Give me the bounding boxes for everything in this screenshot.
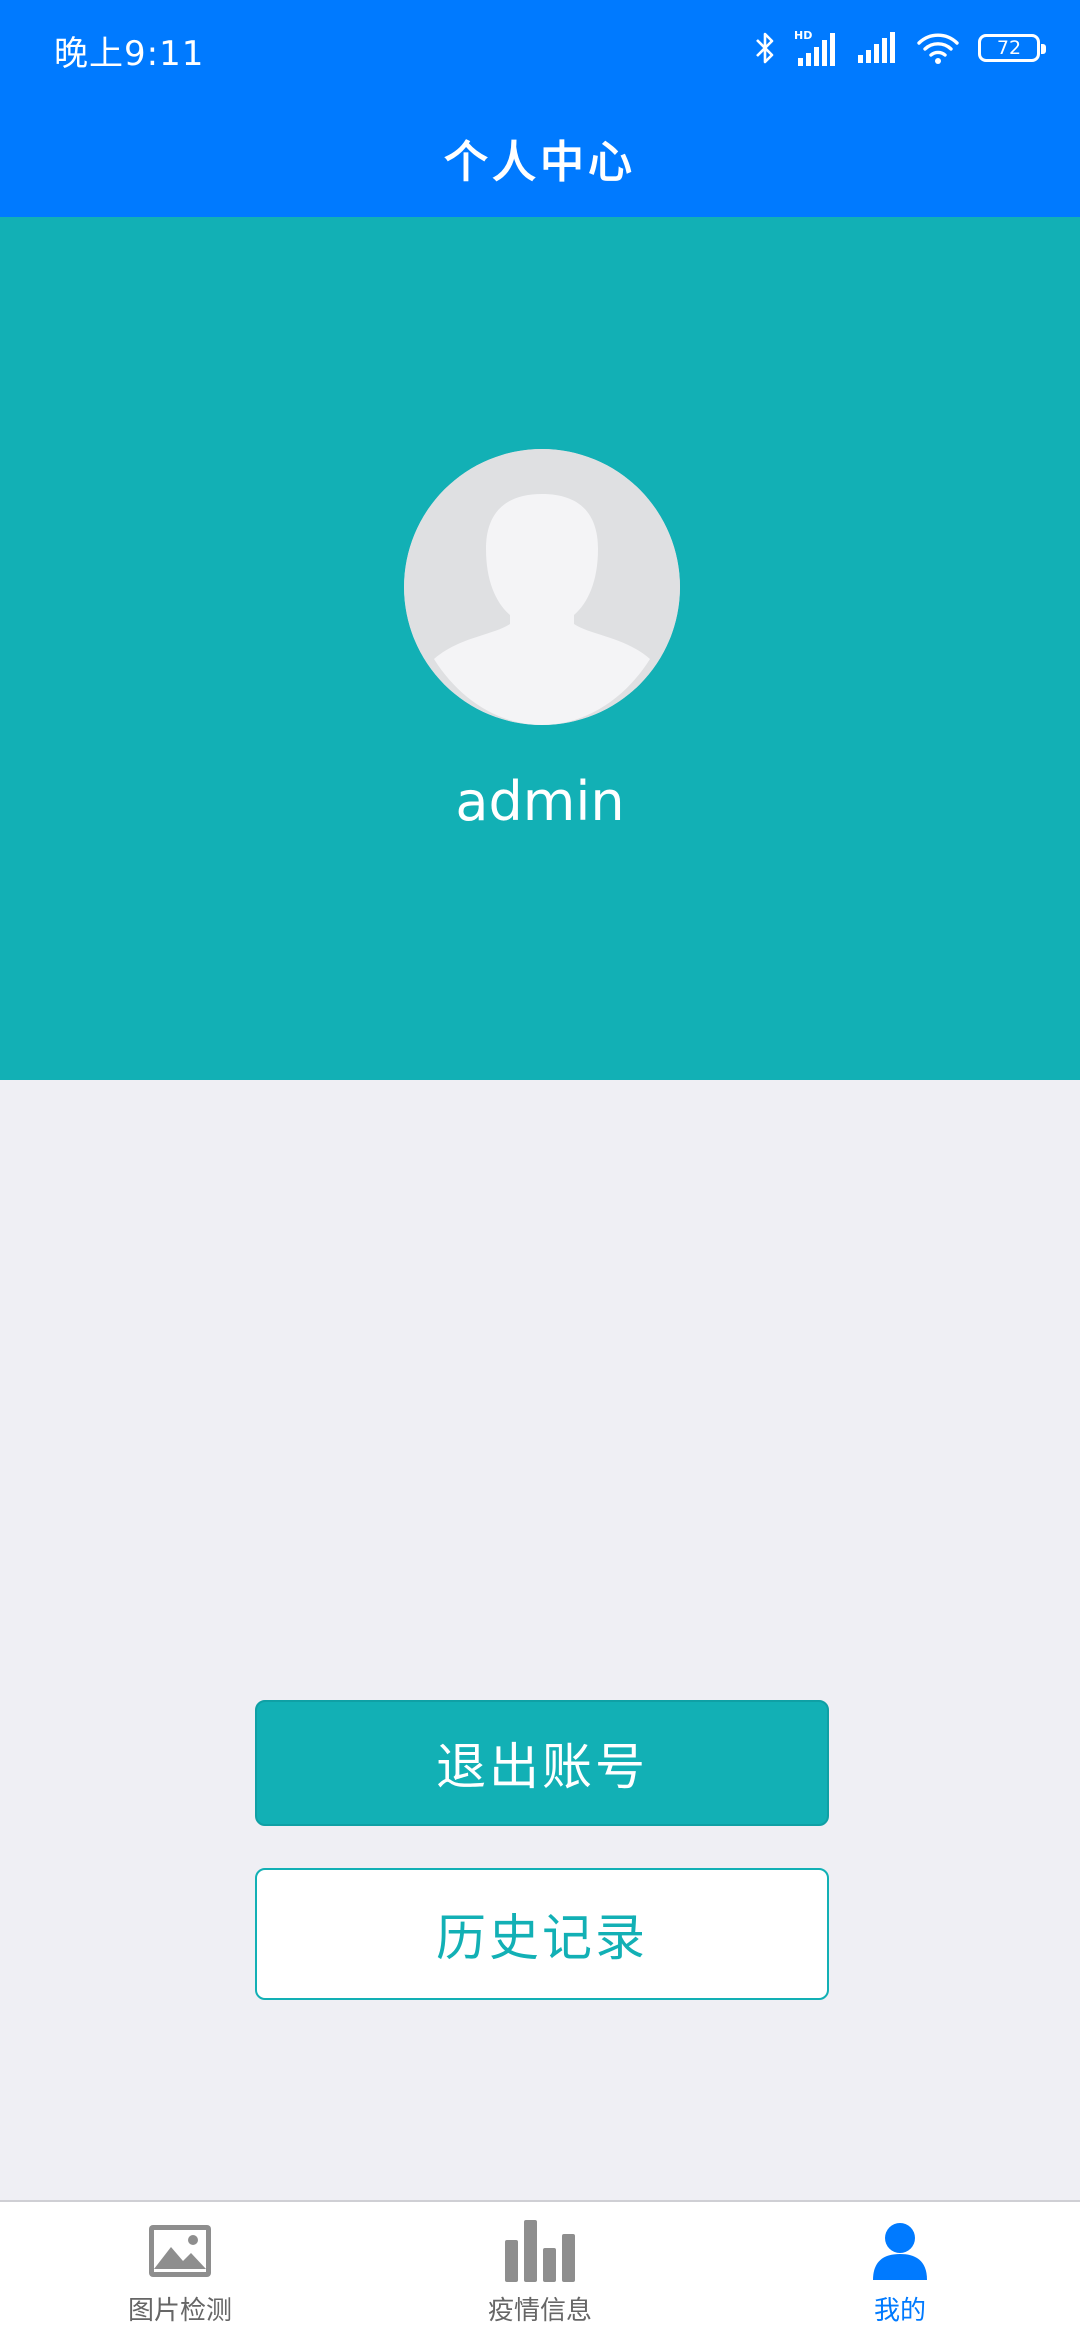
tab-mine[interactable]: 我的 [720, 2202, 1080, 2340]
tab-image-detect[interactable]: 图片检测 [0, 2202, 360, 2340]
tab-label: 疫情信息 [487, 2296, 592, 2326]
hd-signal-icon: HD [794, 28, 838, 68]
tab-label: 我的 [873, 2296, 926, 2326]
logout-button[interactable]: 退出账号 [255, 1700, 829, 1826]
username: admin [455, 770, 625, 833]
app-header: 晚上9:11 HD 72 个人中心 [0, 0, 1080, 217]
profile-banner: admin [0, 217, 1080, 1080]
tab-label: 图片检测 [127, 2296, 232, 2326]
history-button[interactable]: 历史记录 [255, 1868, 829, 2000]
status-time: 晚上9:11 [54, 34, 205, 74]
user-icon [871, 2220, 929, 2282]
bluetooth-icon [754, 31, 776, 65]
image-icon [149, 2220, 211, 2282]
tab-epidemic-info[interactable]: 疫情信息 [360, 2202, 720, 2340]
default-avatar-icon[interactable] [404, 449, 680, 725]
wifi-icon [916, 31, 960, 65]
battery-level: 72 [996, 37, 1022, 59]
battery-icon: 72 [978, 34, 1046, 62]
signal-icon [856, 31, 898, 65]
bar-chart-icon [505, 2220, 575, 2282]
page-title: 个人中心 [444, 137, 636, 188]
status-icons: HD 72 [754, 28, 1046, 68]
svg-text:HD: HD [794, 29, 812, 42]
bottom-tab-bar: 图片检测 疫情信息 我的 [0, 2200, 1080, 2340]
